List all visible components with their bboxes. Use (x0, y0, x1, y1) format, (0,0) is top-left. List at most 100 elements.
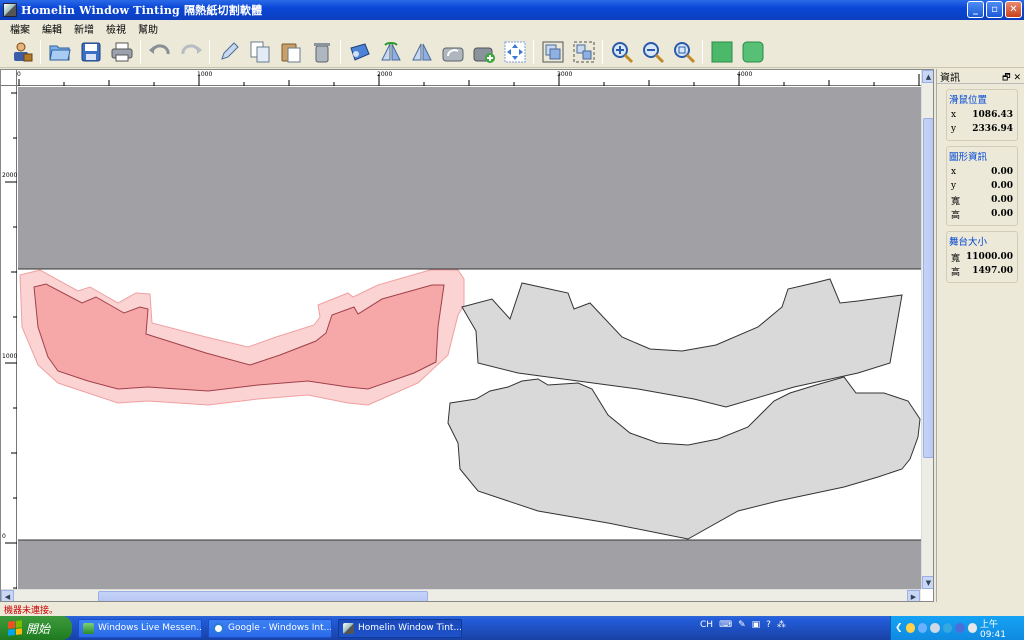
security-shield-icon[interactable] (905, 623, 915, 633)
language-bar: CH ⌨ ✎ ▣ ? ⁂ (700, 620, 786, 630)
paste-button[interactable] (275, 38, 306, 66)
move-button[interactable] (499, 38, 530, 66)
start-button[interactable]: 開始 (0, 616, 72, 640)
task-label: Homelin Window Tint... (358, 623, 462, 633)
shape-width-value: 0.00 (991, 195, 1013, 205)
label: x (951, 110, 957, 120)
zoom-out-button[interactable] (637, 38, 668, 66)
system-tray: ❮ 上午 09:41 (890, 616, 1024, 640)
copy-button[interactable] (244, 38, 275, 66)
tray-expand-icon[interactable]: ❮ (895, 623, 903, 633)
print-button[interactable] (106, 38, 137, 66)
save-button[interactable] (75, 38, 106, 66)
scroll-left-arrow[interactable]: ◀ (1, 590, 14, 601)
group-button[interactable] (537, 38, 568, 66)
zoom-out-icon (642, 41, 664, 63)
rotate-button[interactable] (437, 38, 468, 66)
label: y (951, 124, 957, 134)
title-bar[interactable]: Homelin Window Tinting 隔熱紙切割軟體 _ ▫ ✕ (0, 0, 1024, 20)
input-method-icon[interactable]: ▣ (752, 620, 761, 630)
task-label: Google - Windows Int... (228, 623, 332, 633)
label: 高 (951, 210, 961, 221)
ruler-label: 2000 (2, 172, 18, 179)
options-icon[interactable]: ⁂ (777, 620, 786, 630)
rotate-add-button[interactable] (468, 38, 499, 66)
open-button[interactable] (44, 38, 75, 66)
redo-button[interactable] (175, 38, 206, 66)
roll-button[interactable] (344, 38, 375, 66)
ruler-label: 1000 (197, 71, 213, 78)
film-pattern[interactable] (447, 376, 921, 540)
scroll-up-arrow[interactable]: ▲ (922, 70, 933, 83)
info-row: x 0.00 (951, 165, 1013, 179)
maximize-button[interactable]: ▫ (986, 1, 1003, 18)
mouse-x-value: 1086.43 (972, 110, 1013, 120)
selected-pattern[interactable] (33, 283, 445, 392)
undo-button[interactable] (144, 38, 175, 66)
info-panel-header: 資訊 🗗 ✕ (937, 69, 1024, 84)
user-button[interactable] (6, 38, 37, 66)
delete-button[interactable] (306, 38, 337, 66)
ungroup-button[interactable] (568, 38, 599, 66)
pin-icon[interactable]: 🗗 (1002, 73, 1010, 83)
keyboard-icon[interactable]: ⌨ (719, 620, 732, 630)
mirror-horizontal-button[interactable] (375, 38, 406, 66)
menu-edit[interactable]: 編輯 (36, 21, 68, 36)
pen-tool-icon[interactable]: ✎ (738, 620, 746, 630)
ruler-label: 4000 (737, 71, 753, 78)
minimize-button[interactable]: _ (967, 1, 984, 18)
menu-file[interactable]: 檔案 (4, 21, 36, 36)
menu-bar: 檔案 編輯 新增 檢視 幫助 (0, 20, 1024, 36)
vertical-scrollbar[interactable]: ▲ ▼ (921, 70, 933, 589)
network-icon[interactable] (917, 623, 928, 633)
horizontal-ruler-ticks (18, 74, 920, 86)
monitor-icon[interactable] (930, 623, 940, 633)
ruler-label: 0 (17, 71, 21, 78)
horizontal-scrollbar[interactable]: ◀ ▶ (1, 589, 921, 601)
undo-icon (148, 43, 170, 54)
drawing-canvas[interactable] (18, 87, 921, 589)
taskbar-item-messenger[interactable]: Windows Live Messen... (78, 618, 202, 638)
print-icon (111, 42, 132, 61)
toolbar-separator (140, 39, 141, 64)
label: 寬 (951, 196, 961, 207)
window-controls: _ ▫ ✕ (967, 1, 1022, 18)
group-title: 圖形資訊 (949, 152, 988, 163)
zoom-in-icon (611, 41, 633, 63)
close-button[interactable]: ✕ (1005, 1, 1022, 18)
bluetooth-icon[interactable] (955, 623, 965, 633)
info-row: x 1086.43 (951, 108, 1013, 122)
pen-button[interactable] (213, 38, 244, 66)
ruler-label: 1000 (2, 353, 18, 360)
rotate-add-icon (473, 47, 495, 63)
scroll-right-arrow[interactable]: ▶ (907, 590, 920, 601)
horizontal-ruler: 0 1000 2000 3000 4000 (17, 70, 921, 86)
horizontal-scroll-thumb[interactable] (98, 591, 428, 601)
mirror-vertical-button[interactable] (406, 38, 437, 66)
panel-close-icon[interactable]: ✕ (1013, 73, 1021, 83)
task-label: Windows Live Messen... (98, 623, 202, 633)
label: x (951, 167, 957, 177)
help-icon[interactable]: ? (766, 620, 771, 630)
user-icon (13, 42, 32, 61)
roll-icon (349, 42, 370, 61)
menu-new[interactable]: 新增 (68, 21, 100, 36)
info-panel: 資訊 🗗 ✕ 滑鼠位置 x 1086.43 y 2336.94 圖形資訊 x 0.00… (936, 69, 1024, 602)
green-square-button[interactable] (706, 38, 737, 66)
scroll-down-arrow[interactable]: ▼ (922, 576, 933, 589)
green-rounded-button[interactable] (737, 38, 768, 66)
update-icon[interactable] (942, 623, 953, 633)
volume-icon[interactable] (967, 623, 977, 633)
zoom-in-button[interactable] (606, 38, 637, 66)
group-title: 滑鼠位置 (949, 95, 988, 106)
internet-explorer-icon (213, 622, 224, 634)
menu-view[interactable]: 檢視 (100, 21, 132, 36)
taskbar-item-browser[interactable]: Google - Windows Int... (208, 618, 332, 638)
stage-width-value: 11000.00 (966, 252, 1013, 262)
zoom-fit-button[interactable] (668, 38, 699, 66)
taskbar-item-homelin[interactable]: Homelin Window Tint... (338, 618, 462, 638)
language-indicator[interactable]: CH (700, 620, 713, 630)
vertical-scroll-thumb[interactable] (923, 118, 933, 458)
menu-help[interactable]: 幫助 (132, 21, 164, 36)
stage-height-value: 1497.00 (972, 266, 1013, 276)
